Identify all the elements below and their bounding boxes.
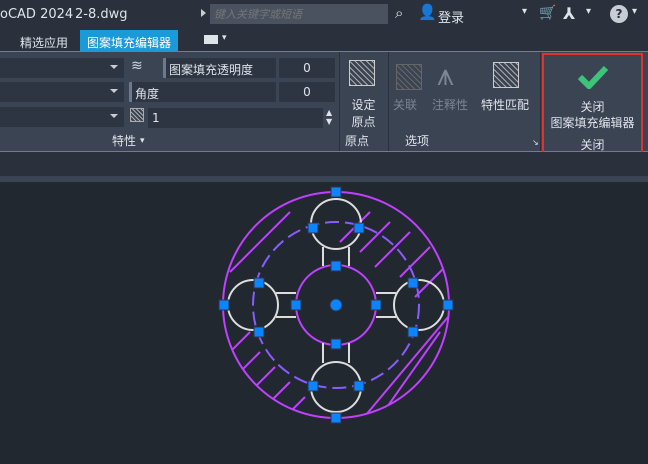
set-origin-label-2: 原点 — [351, 115, 376, 129]
close-panel-label: 关闭 — [580, 138, 605, 152]
angle-label: 角度 — [135, 87, 160, 101]
set-origin-icon — [349, 60, 375, 86]
origin-panel-label[interactable]: 原点 — [345, 132, 369, 149]
tab-hatch-editor[interactable]: 图案填充编辑器 — [80, 30, 179, 51]
associative-icon — [396, 64, 422, 90]
dropdown-icon[interactable]: ▾ — [632, 6, 637, 17]
scale-icon — [130, 108, 144, 122]
dropdown-icon[interactable]: ▾ — [140, 136, 145, 146]
hatch-color-select[interactable] — [0, 82, 124, 102]
minimize-ribbon-icon[interactable] — [204, 35, 218, 44]
scale-input[interactable]: 1 — [148, 108, 323, 128]
associative-button[interactable]: 关联 — [393, 96, 417, 113]
options-panel-label[interactable]: 选项 — [405, 132, 429, 149]
ribbon-tabs: 精选应用 图案填充编辑器 ▾ — [0, 30, 648, 51]
layer-icon[interactable]: ≋ — [131, 58, 143, 74]
tab-featured-apps[interactable]: 精选应用 — [20, 34, 68, 51]
background-color-select[interactable] — [0, 107, 124, 127]
set-origin-button[interactable]: 设定 原点 — [341, 52, 386, 132]
transparency-field[interactable]: 图案填充透明度 — [163, 58, 276, 78]
dialog-launcher-icon[interactable]: ↘ — [532, 138, 539, 147]
angle-value[interactable]: 0 — [279, 82, 335, 102]
annotative-button[interactable]: 注释性 — [432, 96, 468, 113]
scale-spinner[interactable]: ▲ ▼ — [326, 108, 332, 126]
autodesk-icon[interactable]: ⅄ — [563, 4, 575, 23]
ribbon: ≋ 图案填充透明度 0 角度 0 1 ▲ ▼ 特性 ▾ 设定 原点 原点 关联 ⩚… — [0, 51, 648, 156]
app-title: oCAD 2024 — [0, 7, 74, 22]
close-label-2: 图案填充编辑器 — [550, 116, 635, 130]
match-properties-button[interactable]: 特性匹配 — [481, 96, 529, 113]
match-properties-icon — [493, 62, 519, 88]
expand-icon[interactable] — [201, 9, 206, 17]
annotative-icon: ⩚ — [437, 58, 454, 93]
transparency-label: 图案填充透明度 — [169, 63, 254, 77]
transparency-value[interactable]: 0 — [279, 58, 335, 78]
user-icon[interactable]: 👤 — [418, 3, 437, 21]
search-input[interactable] — [210, 4, 388, 24]
help-icon[interactable]: ? — [610, 5, 628, 23]
title-bar: oCAD 2024 2-8.dwg ⌕ 👤 登录 ▾ 🛒 ⅄ ▾ ? ▾ — [0, 0, 648, 30]
file-name: 2-8.dwg — [75, 7, 128, 22]
properties-panel-label[interactable]: 特性 — [112, 132, 136, 149]
hatch-type-select[interactable] — [0, 58, 124, 78]
close-label: 关闭 — [580, 100, 605, 114]
dropdown-icon[interactable]: ▾ — [222, 33, 227, 43]
drawing-canvas[interactable] — [0, 182, 648, 464]
checkmark-icon — [577, 65, 609, 89]
set-origin-label: 设定 — [351, 98, 376, 112]
dropdown-icon[interactable]: ▾ — [586, 6, 591, 17]
cart-icon[interactable]: 🛒 — [539, 5, 556, 21]
search-icon[interactable]: ⌕ — [395, 4, 403, 22]
angle-field[interactable]: 角度 — [129, 82, 276, 102]
ribbon-bottom-strip — [0, 152, 648, 176]
login-link[interactable]: 登录 — [438, 7, 464, 26]
dropdown-icon[interactable]: ▾ — [522, 6, 527, 17]
close-hatch-editor-button[interactable]: 关闭 图案填充编辑器 关闭 — [542, 53, 643, 156]
